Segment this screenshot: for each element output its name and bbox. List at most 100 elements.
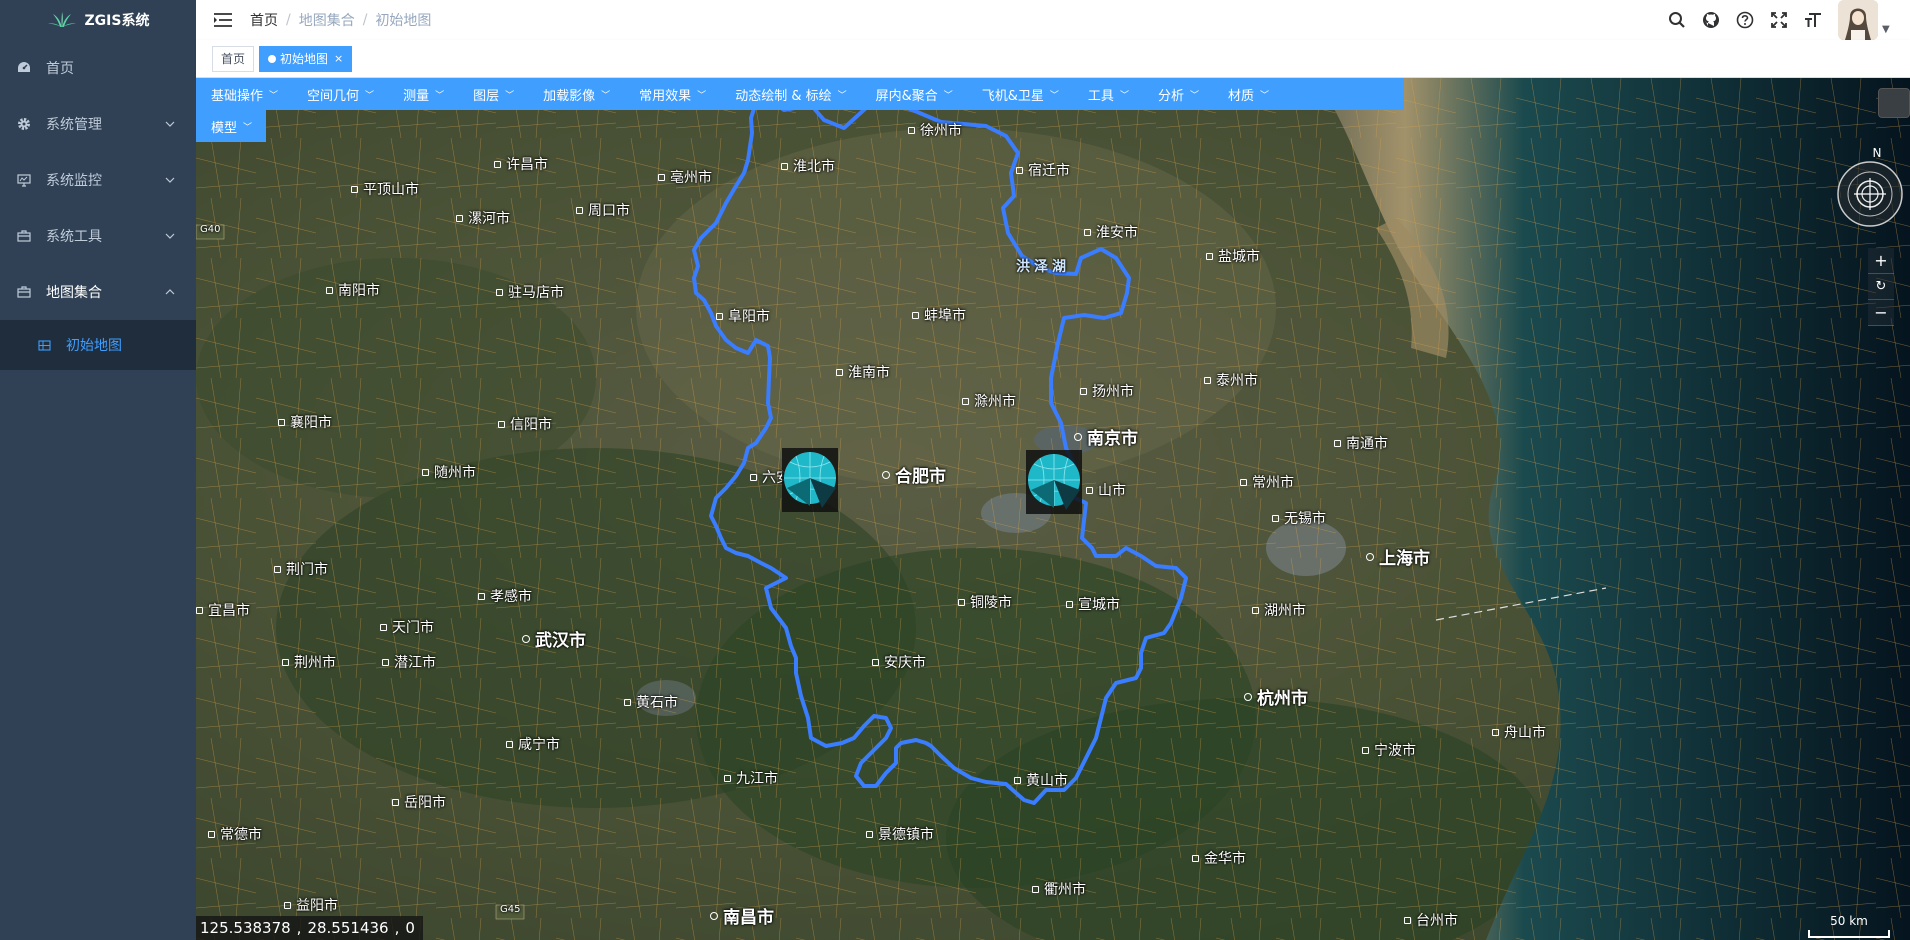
city-name: 徐州市 (920, 123, 962, 139)
city-marker-icon (750, 473, 757, 481)
navbar: 首页 / 地图集合 / 初始地图 ▼ (196, 0, 1910, 40)
chevron-down-icon (165, 233, 175, 239)
city-marker-icon (282, 658, 289, 666)
city-label: 扬州市 (1080, 381, 1134, 401)
city-marker-icon (882, 470, 890, 479)
briefcase-icon (16, 284, 32, 300)
tag-initial-map[interactable]: 初始地图 × (259, 45, 353, 72)
sidebar-item-map-collection[interactable]: 地图集合 (0, 264, 196, 320)
city-marker-icon (658, 173, 665, 181)
city-name: 九江市 (736, 771, 778, 787)
city-label: 舟山市 (1492, 722, 1546, 742)
city-name: 扬州市 (1092, 384, 1134, 400)
city-marker-icon (1334, 439, 1341, 447)
menu-analysis[interactable]: 分析 ﹀ (1143, 78, 1213, 110)
city-marker-icon (1032, 885, 1039, 893)
font-size-icon[interactable] (1796, 0, 1830, 40)
sidebar-item-label: 首页 (46, 61, 74, 77)
city-label: 衢州市 (1032, 879, 1086, 899)
menu-screen-cluster[interactable]: 屏内&聚合 ﹀ (861, 78, 967, 110)
sidebar-item-system-tools[interactable]: 系统工具 (0, 208, 196, 264)
breadcrumb-item-home[interactable]: 首页 (250, 10, 278, 30)
sidebar-item-system-monitor[interactable]: 系统监控 (0, 152, 196, 208)
city-name: 黄山市 (1026, 773, 1068, 789)
logo-text: ZGIS系统 (84, 13, 150, 29)
city-name: 舟山市 (1504, 725, 1546, 741)
city-marker-icon (522, 634, 530, 643)
city-marker-icon (380, 623, 387, 631)
caret-down-icon[interactable]: ▼ (1882, 6, 1898, 35)
compass[interactable]: N (1836, 146, 1904, 232)
sidebar-item-system-management[interactable]: 系统管理 (0, 96, 196, 152)
breadcrumb-item-map-collection[interactable]: 地图集合 (299, 10, 355, 30)
zoom-out-button[interactable]: − (1868, 300, 1894, 326)
city-marker-icon (836, 368, 843, 376)
city-marker-icon (710, 911, 718, 920)
menu-spatial-geometry[interactable]: 空间几何 ﹀ (292, 78, 388, 110)
city-name: 岳阳市 (404, 795, 446, 811)
menu-material[interactable]: 材质 ﹀ (1213, 78, 1283, 110)
city-marker-icon (624, 698, 631, 706)
compass-north-label: N (1872, 146, 1882, 160)
chevron-down-icon: ﹀ (837, 90, 847, 101)
menu-measure[interactable]: 测量 ﹀ (388, 78, 458, 110)
avatar[interactable] (1838, 0, 1878, 40)
app-root: ZGIS系统 首页 系统管理 系统监控 系统工具 地图集合 初始地图 首页 / … (0, 0, 1910, 940)
city-label: 台州市 (1404, 910, 1458, 930)
fullscreen-icon[interactable] (1762, 0, 1796, 40)
city-name: 荆州市 (294, 655, 336, 671)
map-viewer[interactable]: 基础操作 ﹀ 空间几何 ﹀ 测量 ﹀ 图层 ﹀ 加载影像 ﹀ 常用效果 ﹀ 动态绘制 & 标… (196, 78, 1910, 940)
menu-common-effects[interactable]: 常用效果 ﹀ (624, 78, 720, 110)
globe-marker[interactable] (1026, 450, 1082, 514)
zoom-controls: + ↻ − (1868, 248, 1898, 326)
sidebar-item-home[interactable]: 首页 (0, 40, 196, 96)
tag-home[interactable]: 首页 (212, 45, 255, 72)
search-icon[interactable] (1660, 0, 1694, 40)
hamburger-icon[interactable] (212, 11, 234, 29)
city-label: 南通市 (1334, 433, 1388, 453)
zoom-in-button[interactable]: + (1868, 248, 1894, 274)
city-label: 淮安市 (1084, 222, 1138, 242)
menu-basic-operations[interactable]: 基础操作 ﹀ (196, 78, 292, 110)
city-name: 亳州市 (670, 170, 712, 186)
chevron-down-icon: ﹀ (1049, 90, 1059, 101)
city-name: 盐城市 (1218, 249, 1260, 265)
city-marker-icon (392, 798, 399, 806)
coord-lon: 125.538378 (200, 919, 291, 937)
city-marker-icon (1240, 478, 1247, 486)
city-label: 岳阳市 (392, 792, 446, 812)
menu-layers[interactable]: 图层 ﹀ (458, 78, 528, 110)
menu-model[interactable]: 模型 ﹀ (196, 110, 266, 142)
sidebar: ZGIS系统 首页 系统管理 系统监控 系统工具 地图集合 初始地图 (0, 0, 196, 940)
chevron-up-icon (165, 289, 175, 295)
coord-sep: , (394, 919, 400, 937)
city-label: 孝感市 (478, 586, 532, 606)
scale-bar-line (1808, 930, 1890, 938)
logo[interactable]: ZGIS系统 (0, 0, 196, 40)
highway-label: G40 (200, 224, 221, 235)
city-name: 荆门市 (286, 562, 328, 578)
help-icon[interactable] (1728, 0, 1762, 40)
menu-load-imagery[interactable]: 加载影像 ﹀ (528, 78, 624, 110)
menu-label: 模型 (211, 120, 238, 136)
layer-switch-button[interactable] (1878, 88, 1910, 118)
city-name: 信阳市 (510, 417, 552, 433)
coord-lat: 28.551436 (307, 919, 389, 937)
sidebar-item-label: 系统监控 (46, 173, 102, 189)
menu-tools[interactable]: 工具 ﹀ (1073, 78, 1143, 110)
menu-label: 常用效果 (639, 88, 692, 104)
city-name: 山市 (1098, 483, 1126, 499)
sidebar-item-initial-map[interactable]: 初始地图 (0, 320, 196, 370)
city-name: 泰州市 (1216, 373, 1258, 389)
sidebar-item-label: 系统管理 (46, 117, 102, 133)
close-icon[interactable]: × (334, 47, 343, 71)
city-marker-icon (382, 658, 389, 666)
menu-aircraft-satellite[interactable]: 飞机&卫星 ﹀ (967, 78, 1073, 110)
menu-label: 工具 (1087, 88, 1114, 104)
reset-view-icon[interactable]: ↻ (1868, 274, 1894, 300)
city-marker-icon (1492, 728, 1499, 736)
menu-dynamic-drawing[interactable]: 动态绘制 & 标绘 ﹀ (720, 78, 860, 110)
globe-marker[interactable] (782, 448, 838, 512)
github-icon[interactable] (1694, 0, 1728, 40)
gear-icon (16, 116, 32, 132)
